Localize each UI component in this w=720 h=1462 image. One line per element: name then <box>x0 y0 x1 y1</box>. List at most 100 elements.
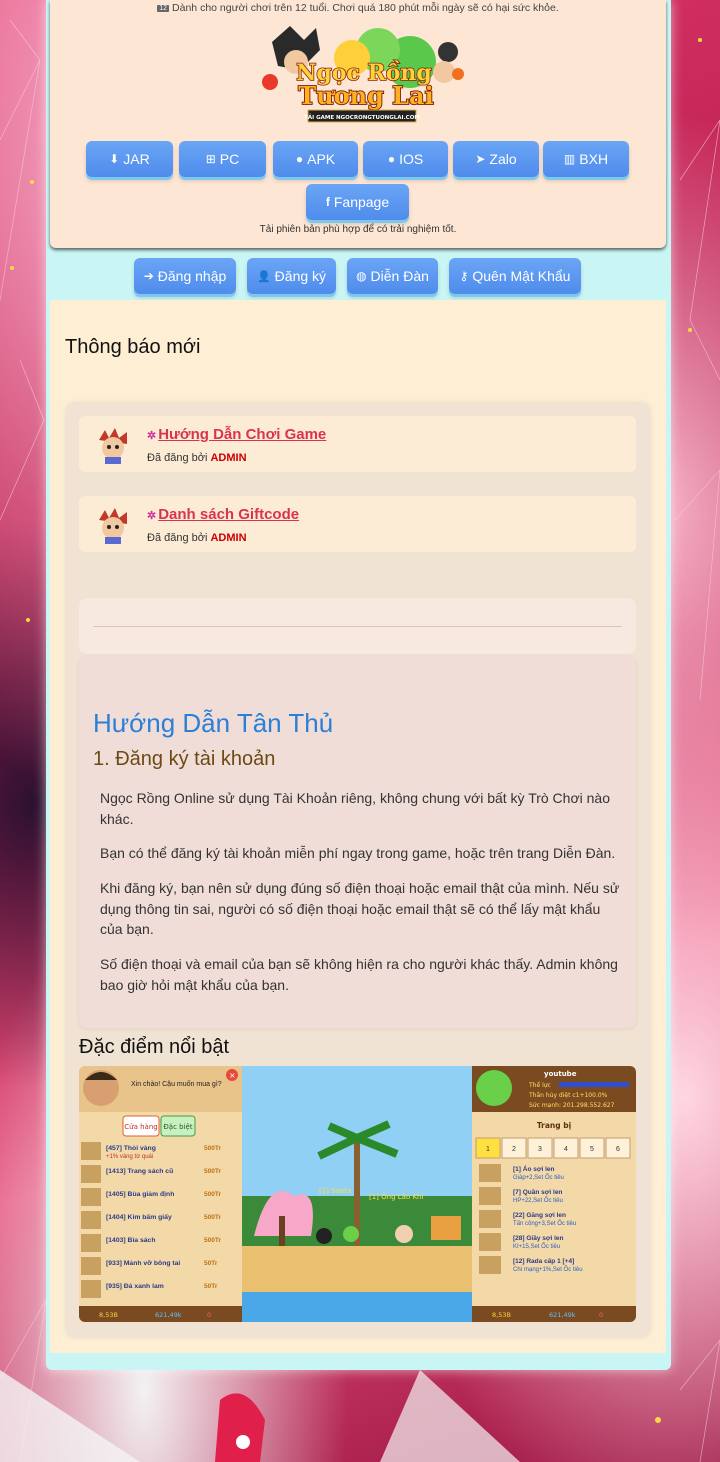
post-title-text[interactable]: Danh sách Giftcode <box>158 506 299 523</box>
post-title-link[interactable]: ✲ Danh sách Giftcode <box>147 506 299 523</box>
shop-item-price: 500Tr <box>204 1237 221 1244</box>
guide-paragraph: Bạn có thể đăng ký tài khoản miễn phí ng… <box>100 845 616 861</box>
post-title-link[interactable]: ✲ Hướng Dẫn Chơi Game <box>147 426 326 443</box>
download-apk-button[interactable]: ● APK <box>273 141 358 177</box>
news-post[interactable]: ✲ Danh sách Giftcode Đã đăng bởi ADMIN <box>79 496 636 552</box>
posted-by-label: Đã đăng bởi <box>147 532 208 544</box>
inventory-tab-label: 3 <box>538 1146 542 1153</box>
npc-label: [1] Ông Lão Khỉ <box>369 1192 423 1201</box>
guide-paragraph: Ngọc Rồng Online sử dụng Tài Khoản riêng… <box>100 790 610 827</box>
site-frame: 12 Dành cho người chơi trên 12 tuổi. Chơi… <box>46 0 671 1370</box>
gem-count: 621,49k <box>549 1311 576 1319</box>
shop-item-price: 500Tr <box>204 1145 221 1152</box>
shop-item-icon <box>81 1234 101 1252</box>
inventory-item-icon <box>479 1256 501 1274</box>
login-button[interactable]: ➔ Đăng nhập <box>134 258 236 294</box>
inventory-item-detail: KI+15,Set Ốc tiêu <box>513 1243 560 1250</box>
forum-label: Diễn Đàn <box>370 268 429 284</box>
shop-item-name: [1413] Trang sách cũ <box>106 1168 173 1175</box>
ruby-count: 0 <box>599 1311 603 1319</box>
forgot-password-label: Quên Mật Khẩu <box>472 268 571 284</box>
shop-item-price: 500Tr <box>204 1191 221 1198</box>
forgot-password-button[interactable]: ⚷ Quên Mật Khẩu <box>449 258 581 294</box>
inventory-item-name: [22] Găng sợi len <box>513 1212 566 1219</box>
shop-item-price: 50Tr <box>204 1283 218 1290</box>
admin-avatar <box>99 508 127 544</box>
inventory-item-detail: Giáp+2,Set Ốc tiêu <box>513 1174 564 1181</box>
shop-item-price: 500Tr <box>204 1168 221 1175</box>
shop-item-icon <box>81 1165 101 1183</box>
forum-button[interactable]: ◍ Diễn Đàn <box>347 258 438 294</box>
login-icon: ➔ <box>143 269 154 283</box>
android-icon: ● <box>295 152 304 166</box>
guide-title: Hướng Dẫn Tân Thủ <box>93 708 334 738</box>
inventory-title: Trang bị <box>537 1121 571 1130</box>
post-author: ADMIN <box>210 532 247 544</box>
logo-title-line2: Tương Lai <box>298 81 433 110</box>
player-stat: Sức mạnh: 201.298.552.627 <box>529 1102 615 1109</box>
guide-section-title: 1. Đăng ký tài khoản <box>93 748 276 770</box>
close-icon: × <box>229 1071 236 1080</box>
logo-tagline: TẢI GAME NGOCRONGTUONGLAI.COM <box>304 113 420 121</box>
shop-item-name: [1404] Kim bấm giấy <box>106 1213 172 1221</box>
shop-tab-special: Đặc biệt <box>163 1123 192 1131</box>
shop-item-icon <box>81 1142 101 1160</box>
apple-icon: ● <box>387 152 396 166</box>
download-icon: ⬇ <box>109 152 120 166</box>
beginner-guide-card: Hướng Dẫn Tân Thủ 1. Đăng ký tài khoản N… <box>79 656 636 1028</box>
shop-item-name: [933] Mảnh vỡ bông tai <box>106 1260 180 1267</box>
shop-item-name: [1405] Bùa giảm định <box>106 1191 174 1198</box>
fanpage-label: Fanpage <box>333 194 390 210</box>
post-meta: Đã đăng bởi ADMIN <box>147 532 247 544</box>
gameplay-screenshot: Xin chào! Cậu muốn mua gì? × Cửa hàng Đặ… <box>79 1066 636 1322</box>
age-notice: 12 Dành cho người chơi trên 12 tuổi. Chơi… <box>50 2 666 14</box>
inventory-item-name: [7] Quần sợi len <box>513 1187 562 1196</box>
download-pc-label: PC <box>219 151 240 167</box>
inventory-tab-label: 5 <box>590 1146 594 1153</box>
divider <box>93 626 622 627</box>
shop-tab-store: Cửa hàng <box>124 1123 157 1131</box>
register-button[interactable]: 👤 Đăng ký <box>247 258 336 294</box>
login-label: Đăng nhập <box>157 268 227 284</box>
download-ios-label: IOS <box>399 151 424 167</box>
player-stat: Thần hủy diệt c1+100.0% <box>528 1091 608 1099</box>
gold-count: 8,53B <box>492 1311 511 1319</box>
age-rating-badge: 12 <box>157 5 170 12</box>
shop-item-icon <box>81 1211 101 1229</box>
ranking-button[interactable]: ▥ BXH <box>543 141 629 177</box>
zalo-label: Zalo <box>489 151 517 167</box>
inventory-item-detail: Chí mạng+1%,Set Ốc tiêu <box>513 1266 583 1273</box>
inventory-item-detail: Tấn công+3,Set Ốc tiêu <box>513 1220 576 1227</box>
game-logo[interactable]: Ngọc Rồng Tương Lai TẢI GAME NGOCRONGTUO… <box>260 22 464 130</box>
post-title-text[interactable]: Hướng Dẫn Chơi Game <box>158 426 326 443</box>
shop-item-name: [1403] Bìa sách <box>106 1237 156 1244</box>
shop-item-name: [935] Đá xanh lam <box>106 1283 164 1290</box>
download-pc-button[interactable]: ⊞ PC <box>179 141 266 177</box>
inventory-item-icon <box>479 1187 501 1205</box>
telegram-icon: ➤ <box>475 152 486 166</box>
player-name: youtube <box>544 1070 577 1078</box>
inventory-tab-label: 4 <box>564 1146 568 1153</box>
shop-item-note: +1% vàng từ quái <box>106 1154 153 1160</box>
new-badge-icon: ✲ <box>147 510 157 522</box>
player-stat: Thể lực <box>528 1082 551 1089</box>
zalo-button[interactable]: ➤ Zalo <box>453 141 539 177</box>
shop-item-price: 500Tr <box>204 1214 221 1221</box>
download-note: Tải phiên bản phù hợp để có trải nghiệm … <box>259 224 457 235</box>
inventory-tab-label: 2 <box>512 1146 516 1153</box>
guide-paragraph: Số điện thoại và email của bạn sẽ không … <box>100 956 618 993</box>
news-heading: Thông báo mới <box>65 336 201 358</box>
fanpage-button[interactable]: f Fanpage <box>306 184 409 220</box>
globe-icon: ◍ <box>356 269 367 283</box>
news-post[interactable]: ✲ Hướng Dẫn Chơi Game Đã đăng bởi ADMIN <box>79 416 636 472</box>
inventory-item-name: [12] Rada cấp 1 [+4] <box>513 1257 574 1265</box>
download-jar-button[interactable]: ⬇ JAR <box>86 141 173 177</box>
inventory-tab-label: 6 <box>616 1146 620 1153</box>
gold-count: 8,53B <box>99 1311 118 1319</box>
guide-paragraph: Khi đăng ký, bạn nên sử dụng đúng số điệ… <box>100 880 620 937</box>
download-ios-button[interactable]: ● IOS <box>363 141 448 177</box>
features-heading: Đặc điểm nổi bật <box>79 1036 230 1058</box>
user-plus-icon: 👤 <box>256 270 271 283</box>
windows-icon: ⊞ <box>205 152 216 166</box>
key-icon: ⚷ <box>459 269 469 283</box>
